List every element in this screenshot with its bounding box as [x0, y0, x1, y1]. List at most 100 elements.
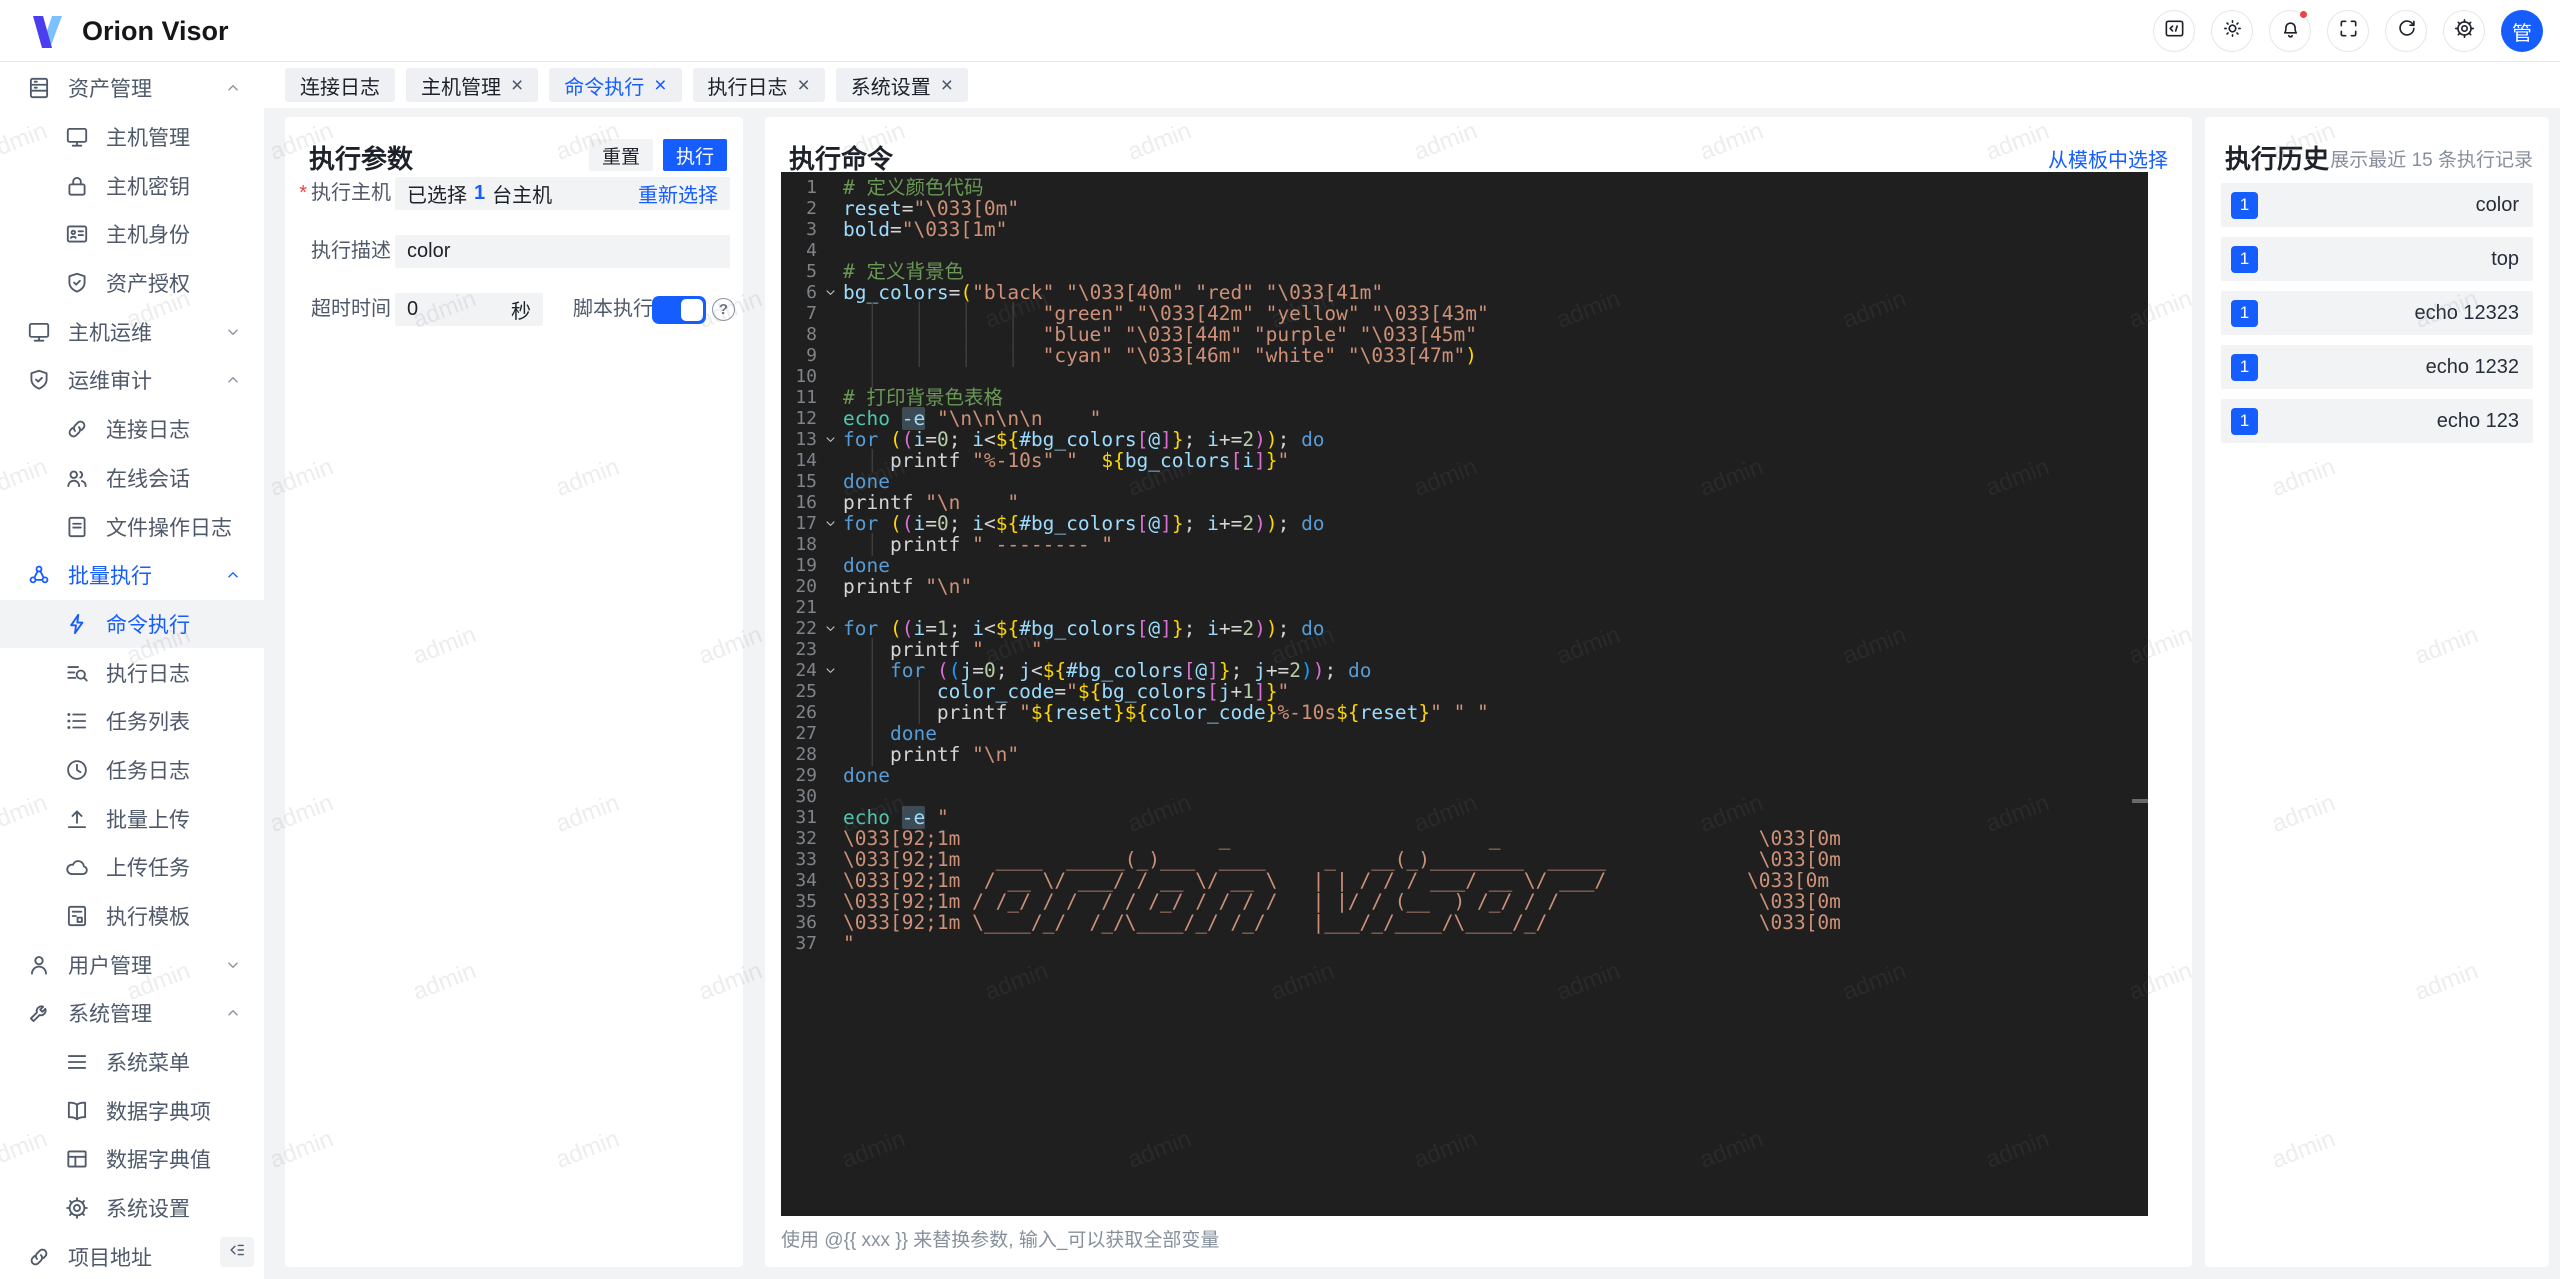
line-number: 8 — [806, 324, 817, 345]
tab-命令执行[interactable]: 命令执行 × — [549, 68, 682, 102]
help-icon[interactable]: ? — [712, 298, 735, 321]
code-line: 9 │ │ │ │ "cyan" "\033[46m" "white" "\03… — [781, 345, 2148, 366]
lock-icon — [64, 173, 90, 199]
fold-gutter — [817, 555, 843, 576]
tab-连接日志[interactable]: 连接日志 — [285, 68, 395, 102]
bell-icon — [2279, 17, 2302, 45]
sidebar-item-系统菜单[interactable]: 系统菜单 — [0, 1038, 264, 1087]
sun-icon — [2221, 17, 2244, 45]
sidebar-item-系统设置[interactable]: 系统设置 — [0, 1184, 264, 1233]
sidebar-item-资产授权[interactable]: 资产授权 — [0, 259, 264, 308]
sidebar-item-主机管理[interactable]: 主机管理 — [0, 113, 264, 162]
user-avatar[interactable]: 管 — [2501, 10, 2543, 52]
fold-chevron-icon[interactable] — [817, 513, 843, 534]
users-icon — [64, 465, 90, 491]
app-header: Orion Visor 管 — [0, 0, 2560, 62]
history-row[interactable]: 1 echo 123 — [2221, 399, 2533, 443]
fold-gutter — [817, 828, 843, 849]
host-field[interactable]: 已选择 1 台主机 重新选择 — [395, 177, 730, 210]
run-button[interactable]: 执行 — [662, 139, 727, 171]
refresh-icon — [2395, 17, 2418, 45]
tab-系统设置[interactable]: 系统设置 × — [835, 68, 969, 102]
close-icon[interactable]: × — [654, 75, 666, 96]
sidebar-item-label: 批量上传 — [106, 808, 190, 832]
history-row[interactable]: 1 echo 1232 — [2221, 345, 2533, 389]
timeout-input[interactable]: 0 秒 — [395, 293, 543, 326]
fold-gutter — [817, 492, 843, 513]
code-square-button[interactable] — [2153, 10, 2195, 52]
close-icon[interactable]: × — [941, 75, 953, 96]
sidebar-item-任务列表[interactable]: 任务列表 — [0, 697, 264, 746]
sidebar-item-数据字典项[interactable]: 数据字典项 — [0, 1086, 264, 1135]
sidebar-item-系统管理[interactable]: 系统管理 — [0, 989, 264, 1038]
desc-input[interactable]: color — [395, 235, 730, 268]
close-icon[interactable]: × — [511, 75, 523, 96]
history-row[interactable]: 1 top — [2221, 237, 2533, 281]
idcard-icon — [64, 221, 90, 247]
sidebar-item-上传任务[interactable]: 上传任务 — [0, 843, 264, 892]
sidebar-item-主机运维[interactable]: 主机运维 — [0, 307, 264, 356]
sidebar-collapse-button[interactable] — [220, 1237, 254, 1267]
exec-params-panel: 执行参数 重置 执行 * 执行主机 已选择 1 台主机 重新选择 执行描述 col… — [285, 117, 743, 1267]
gear-button[interactable] — [2443, 10, 2485, 52]
code-line: 34 \033[92;1m / __ \/ ___/ / __ \/ __ \ |… — [781, 870, 2148, 891]
sidebar-item-运维审计[interactable]: 运维审计 — [0, 356, 264, 405]
line-number: 15 — [795, 471, 817, 492]
fold-chevron-icon[interactable] — [817, 429, 843, 450]
choose-template-link[interactable]: 从模板中选择 — [2048, 144, 2168, 173]
sidebar-item-数据字典值[interactable]: 数据字典值 — [0, 1135, 264, 1184]
sidebar-item-命令执行[interactable]: 命令执行 — [0, 599, 264, 649]
sun-button[interactable] — [2211, 10, 2253, 52]
tab-主机管理[interactable]: 主机管理 × — [406, 68, 539, 102]
code-line: 26 │ │ printf "${reset}${color_code}%-10… — [781, 702, 2148, 723]
line-number: 26 — [795, 702, 817, 723]
sidebar-item-资产管理[interactable]: 资产管理 — [0, 64, 264, 113]
sidebar-item-在线会话[interactable]: 在线会话 — [0, 454, 264, 503]
close-icon[interactable]: × — [798, 75, 810, 96]
history-row[interactable]: 1 echo 12323 — [2221, 291, 2533, 335]
fold-gutter — [817, 807, 843, 828]
history-row[interactable]: 1 color — [2221, 183, 2533, 227]
desc-label: 执行描述 — [311, 240, 391, 262]
sidebar-item-任务日志[interactable]: 任务日志 — [0, 746, 264, 795]
sidebar-item-文件操作日志[interactable]: 文件操作日志 — [0, 502, 264, 551]
fold-chevron-icon[interactable] — [817, 618, 843, 639]
reselect-link[interactable]: 重新选择 — [638, 179, 718, 208]
fold-chevron-icon[interactable] — [817, 282, 843, 303]
tab-bar: 连接日志 主机管理 × 命令执行 × 执行日志 × 系统设置 × — [264, 62, 2560, 108]
code-line: 20 printf "\n" — [781, 576, 2148, 597]
sidebar-item-label: 用户管理 — [68, 954, 152, 978]
line-number: 24 — [795, 660, 817, 681]
fold-gutter — [817, 786, 843, 807]
script-exec-toggle[interactable] — [652, 296, 706, 324]
sidebar-item-主机身份[interactable]: 主机身份 — [0, 210, 264, 259]
sidebar-item-用户管理[interactable]: 用户管理 — [0, 940, 264, 989]
fold-gutter — [817, 366, 843, 387]
reset-button[interactable]: 重置 — [588, 139, 653, 171]
fold-gutter — [817, 702, 843, 723]
sidebar-item-批量上传[interactable]: 批量上传 — [0, 794, 264, 843]
fold-chevron-icon[interactable] — [817, 660, 843, 681]
bell-button[interactable] — [2269, 9, 2311, 52]
exec-command-title: 执行命令 — [789, 144, 894, 174]
code-line: 14 │ printf "%-10s" " ${bg_colors[i]}" — [781, 450, 2148, 471]
tab-执行日志[interactable]: 执行日志 × — [692, 68, 825, 102]
code-editor[interactable]: 1 # 定义颜色代码 2 reset="\033[0m" 3 bold="\033[1m"… — [781, 172, 2148, 1216]
sidebar-item-执行模板[interactable]: 执行模板 — [0, 892, 264, 941]
refresh-button[interactable] — [2385, 10, 2427, 52]
timeout-label: 超时时间 — [311, 298, 391, 320]
upload-icon — [64, 806, 90, 832]
fold-gutter — [817, 219, 843, 240]
fullscreen-button[interactable] — [2327, 10, 2369, 52]
gear-icon — [64, 1195, 90, 1221]
sidebar-item-主机密钥[interactable]: 主机密钥 — [0, 161, 264, 210]
sidebar-item-label: 上传任务 — [106, 857, 190, 881]
sidebar-item-连接日志[interactable]: 连接日志 — [0, 405, 264, 454]
code-line: 28 │ printf "\n" — [781, 744, 2148, 765]
editor-scrollbar[interactable] — [2132, 799, 2148, 803]
code-line: 17 for ((i=0; i<${#bg_colors[@]}; i+=2));… — [781, 513, 2148, 534]
code-line: 11 # 打印背景色表格 — [781, 387, 2148, 408]
code-line: 23 │ printf " " — [781, 639, 2148, 660]
sidebar-item-批量执行[interactable]: 批量执行 — [0, 551, 264, 600]
sidebar-item-执行日志[interactable]: 执行日志 — [0, 648, 264, 697]
